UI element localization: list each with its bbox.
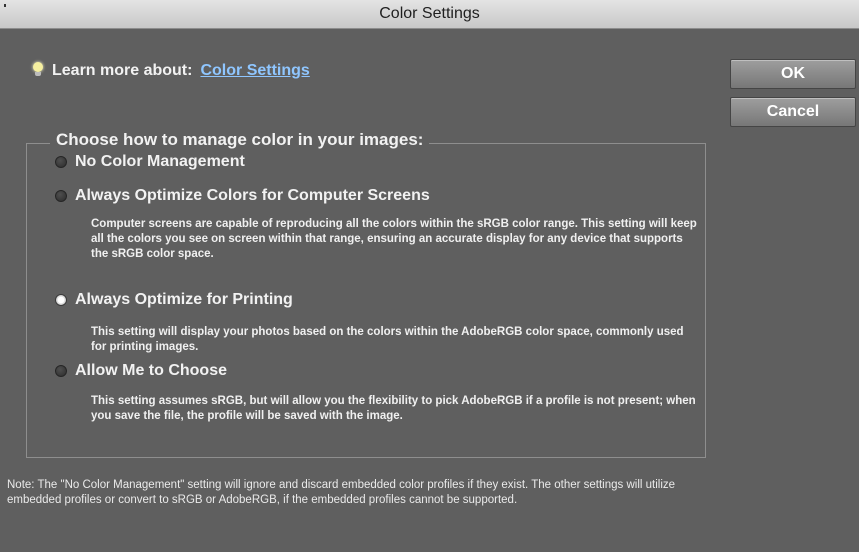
option-label: Allow Me to Choose xyxy=(75,362,227,379)
ok-button[interactable]: OK xyxy=(730,59,856,89)
radio-unselected-icon[interactable] xyxy=(55,365,67,377)
title-bar: Color Settings xyxy=(0,0,859,29)
radio-unselected-icon[interactable] xyxy=(55,190,67,202)
option-optimize-printing[interactable]: Always Optimize for Printing xyxy=(55,291,293,309)
option-description: This setting assumes sRGB, but will allo… xyxy=(91,395,696,422)
option-description: This setting will display your photos ba… xyxy=(91,326,684,353)
option-label: Always Optimize Colors for Computer Scre… xyxy=(75,187,430,204)
footer-note: Note: The "No Color Management" setting … xyxy=(7,479,676,506)
group-legend: Choose how to manage color in your image… xyxy=(50,128,430,152)
option-label: No Color Management xyxy=(75,153,245,170)
learn-more-row: Learn more about: Color Settings xyxy=(32,62,310,80)
radio-unselected-icon[interactable] xyxy=(55,156,67,168)
option-description: Computer screens are capable of reproduc… xyxy=(91,218,697,260)
option-label: Always Optimize for Printing xyxy=(75,291,293,308)
radio-selected-icon[interactable] xyxy=(55,294,67,306)
window-title: Color Settings xyxy=(379,5,480,22)
option-allow-me-to-choose[interactable]: Allow Me to Choose xyxy=(55,362,227,380)
cancel-button[interactable]: Cancel xyxy=(730,97,856,127)
window-corner-mark xyxy=(4,4,6,7)
color-settings-help-link[interactable]: Color Settings xyxy=(200,62,309,80)
learn-more-label: Learn more about: xyxy=(52,62,193,79)
option-optimize-screens[interactable]: Always Optimize Colors for Computer Scre… xyxy=(55,187,430,205)
option-no-color-management[interactable]: No Color Management xyxy=(55,153,245,171)
lightbulb-icon xyxy=(32,62,44,80)
